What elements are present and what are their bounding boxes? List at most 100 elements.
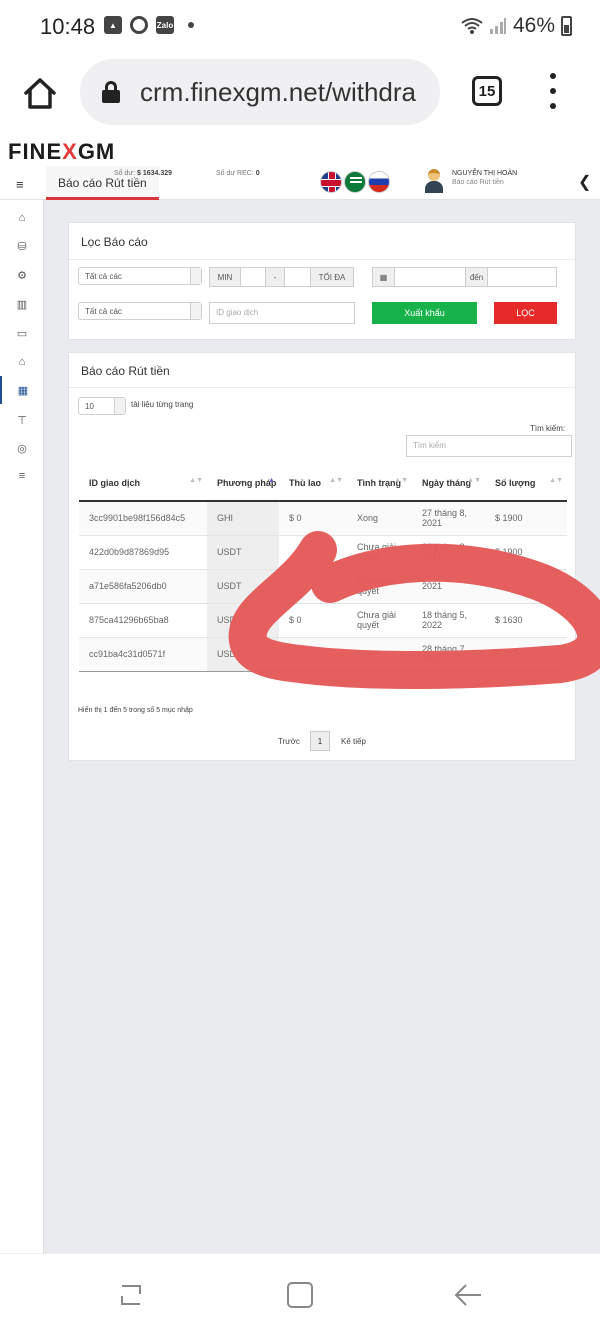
lock-icon — [102, 81, 120, 103]
col-header-fee[interactable]: Thù lao ▲▼ — [279, 465, 347, 502]
url-text: crm.finexgm.net/withdra — [140, 76, 416, 107]
type-select[interactable]: Tất cả các — [78, 267, 202, 285]
battery-percent: 46% — [512, 14, 555, 37]
cell-method: GHI — [207, 500, 279, 535]
cell-method: USDT — [207, 636, 279, 671]
table-row: 875ca41296b65ba8 USDT $ 0 Chưa giải quyế… — [79, 602, 567, 637]
chevron-down-icon — [190, 268, 201, 284]
sidebar-item-list[interactable]: ≡ — [0, 464, 44, 488]
pager-next[interactable]: Kế tiếp — [341, 737, 366, 746]
page-size-select[interactable]: 10 — [78, 397, 126, 415]
export-button[interactable]: Xuất khẩu — [372, 302, 477, 324]
report-title: Báo cáo Rút tiền — [81, 364, 170, 378]
language-switcher — [320, 171, 390, 193]
table-row: 3cc9901be98f156d84c5 GHI $ 0 Xong 27 thá… — [79, 500, 567, 535]
tab-switcher-button[interactable]: 15 — [472, 76, 502, 106]
table-row: a71e586fa5206db0 USDT Chưa giải quyết 20… — [79, 568, 567, 603]
sidebar-toggle-icon[interactable]: ≡ — [16, 177, 24, 192]
date-from-input[interactable] — [394, 267, 466, 287]
col-header-status[interactable]: Tình trạng ▲▼ — [347, 465, 412, 502]
cell-status: Chưa giải quyết — [347, 568, 412, 603]
cell-amount: $ 1900 — [485, 500, 567, 535]
sort-icon: ▲▼ — [394, 477, 408, 484]
web-page: FINEXGM ≡ Báo cáo Rút tiền Số dư: $ 1634… — [0, 136, 600, 1253]
status-select[interactable]: Tất cả các — [78, 302, 202, 320]
cell-date: 2021 — [412, 568, 485, 603]
gallery-icon: ▲ — [104, 16, 122, 34]
notification-icons: ▲ Zalo — [104, 16, 194, 34]
wifi-icon — [461, 18, 483, 34]
date-to-label: đến — [465, 267, 488, 287]
table-row: cc91ba4c31d0571f USDT Xong 28 tháng 7, 2… — [79, 636, 567, 671]
flag-saudi-icon[interactable] — [344, 171, 366, 193]
table-row: 422d0b9d87869d95 USDT Chưa giải quyết 20… — [79, 534, 567, 569]
address-bar[interactable]: crm.finexgm.net/withdra — [80, 59, 440, 125]
col-header-date[interactable]: Ngày tháng ▲▼ — [412, 465, 485, 502]
back-icon[interactable] — [451, 1280, 485, 1310]
range-dash: - — [265, 267, 285, 287]
sidebar-item-folder[interactable]: ▭ — [0, 321, 44, 345]
sync-icon — [130, 16, 148, 34]
flag-uk-icon[interactable] — [320, 171, 342, 193]
cell-status: Xong — [347, 636, 412, 671]
min-amount-input[interactable] — [240, 267, 266, 287]
cell-status: Xong — [347, 500, 412, 535]
max-amount-input[interactable] — [284, 267, 311, 287]
sidebar-item-chart[interactable]: ▥ — [0, 292, 44, 316]
sidebar-item-support[interactable]: ◎ — [0, 436, 44, 460]
txid-input[interactable]: ID giao dịch — [209, 302, 355, 324]
date-to-input[interactable] — [487, 267, 557, 287]
search-label: Tìm kiếm: — [530, 424, 566, 433]
cell-method: USDT — [207, 602, 279, 637]
home-icon[interactable] — [22, 75, 58, 111]
sort-asc-icon: ▲ — [268, 477, 275, 484]
sidebar-item-report[interactable]: ▦ — [0, 376, 44, 404]
browser-menu-icon[interactable] — [548, 73, 558, 109]
col-header-method[interactable]: Phương pháp ▲ — [207, 465, 279, 502]
cell-amount: $ 1900 — [485, 534, 567, 569]
col-header-id[interactable]: ID giao dịch ▲▼ — [79, 465, 207, 502]
cell-status: Chưa giải quyết — [347, 534, 412, 569]
cell-id: cc91ba4c31d0571f — [79, 636, 207, 671]
pager-page-1[interactable]: 1 — [310, 731, 330, 751]
more-notifications-icon — [188, 22, 194, 28]
user-name[interactable]: NGUYỄN THỊ HOÀN — [452, 170, 517, 177]
cell-amount — [485, 568, 567, 603]
pager-prev[interactable]: Trước — [278, 737, 300, 746]
filter-card: Lọc Báo cáo Tất cả các Tất cả các MIN - … — [68, 222, 576, 340]
cell-date: 20 tháng 8, 2021 — [412, 534, 485, 569]
sidebar-item-coins[interactable]: ⛁ — [0, 234, 44, 258]
col-header-amount[interactable]: Số lượng ▲▼ — [485, 465, 567, 502]
finexgm-logo[interactable]: FINEXGM — [8, 139, 115, 165]
flag-russia-icon[interactable] — [368, 171, 390, 193]
table-footer-row — [79, 670, 567, 691]
cell-date: 27 tháng 8, 2021 — [412, 500, 485, 535]
signal-icon — [489, 18, 506, 34]
cell-fee: $ 0 — [279, 500, 347, 535]
user-subtitle: Báo cáo Rút tiền — [452, 179, 504, 186]
cell-method: USDT — [207, 534, 279, 569]
sidebar-item-settings[interactable]: ⚙ — [0, 263, 44, 287]
cell-fee — [279, 636, 347, 671]
home-button-icon[interactable] — [283, 1280, 317, 1310]
table-info: Hiển thị 1 đến 5 trong số 5 mục nhập — [78, 707, 193, 714]
collapse-icon[interactable]: ❮ — [578, 172, 591, 192]
sidebar-item-home[interactable]: ⌂ — [0, 206, 44, 230]
cell-method: USDT — [207, 568, 279, 603]
chevron-down-icon — [190, 303, 201, 319]
cell-fee: $ 0 — [279, 602, 347, 637]
recent-apps-icon[interactable] — [114, 1280, 148, 1310]
sidebar-item-signpost[interactable]: ⊤ — [0, 408, 44, 432]
cell-id: 3cc9901be98f156d84c5 — [79, 500, 207, 535]
sidebar-item-bank[interactable]: ⌂ — [0, 350, 44, 374]
page-size-label: tài liệu từng trang — [131, 400, 194, 409]
browser-toolbar: crm.finexgm.net/withdra 15 — [0, 55, 600, 135]
search-input[interactable]: Tìm kiếm — [406, 435, 572, 457]
cell-fee — [279, 568, 347, 603]
avatar[interactable] — [425, 169, 443, 193]
rec-balance: Số dư REC: 0 — [216, 170, 260, 177]
top-nav: ≡ Báo cáo Rút tiền Số dư: $ 1634.329 Số … — [0, 166, 600, 200]
chevron-down-icon — [114, 398, 125, 414]
cell-id: 875ca41296b65ba8 — [79, 602, 207, 637]
filter-button[interactable]: LỌC — [494, 302, 557, 324]
